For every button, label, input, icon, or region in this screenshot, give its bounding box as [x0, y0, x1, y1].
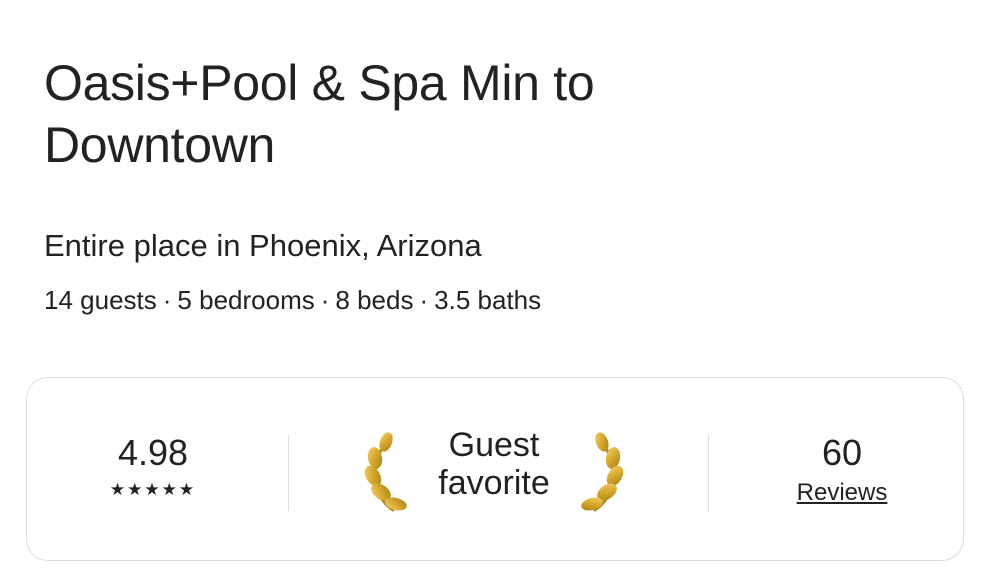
detail-baths: 3.5 baths [434, 285, 542, 315]
listing-details: 14 guests · 5 bedrooms · 8 beds · 3.5 ba… [44, 282, 541, 318]
detail-bedrooms: 5 bedrooms [177, 285, 315, 315]
star-rating-icon: ★★★★★ [109, 480, 197, 499]
detail-beds: 8 beds [335, 285, 414, 315]
detail-separator: · [320, 285, 330, 315]
detail-guests: 14 guests [44, 285, 157, 315]
divider [288, 435, 289, 511]
rating-value: 4.98 [117, 432, 189, 473]
listing-title: Oasis+Pool & Spa Min to Downtown [44, 55, 595, 173]
reviews-link[interactable]: Reviews [797, 478, 888, 508]
laurel-left-icon [364, 432, 407, 512]
highlights-card: 4.98 ★★★★★ Guest favorite 60 Reviews [26, 377, 964, 561]
guest-favorite-line2: favorite [438, 464, 550, 502]
reviews-count: 60 [821, 432, 863, 473]
divider [708, 435, 709, 511]
guest-favorite-badge: Guest favorite [363, 426, 625, 518]
listing-subtitle: Entire place in Phoenix, Arizona [44, 228, 482, 263]
guest-favorite-line1: Guest [448, 426, 540, 464]
detail-separator: · [419, 285, 429, 315]
rating-summary: 4.98 ★★★★★ [91, 430, 215, 500]
laurel-right-icon [581, 432, 624, 512]
reviews-summary: 60 Reviews [777, 430, 907, 508]
detail-separator: · [162, 285, 172, 315]
guest-favorite-label: Guest favorite [415, 426, 573, 502]
